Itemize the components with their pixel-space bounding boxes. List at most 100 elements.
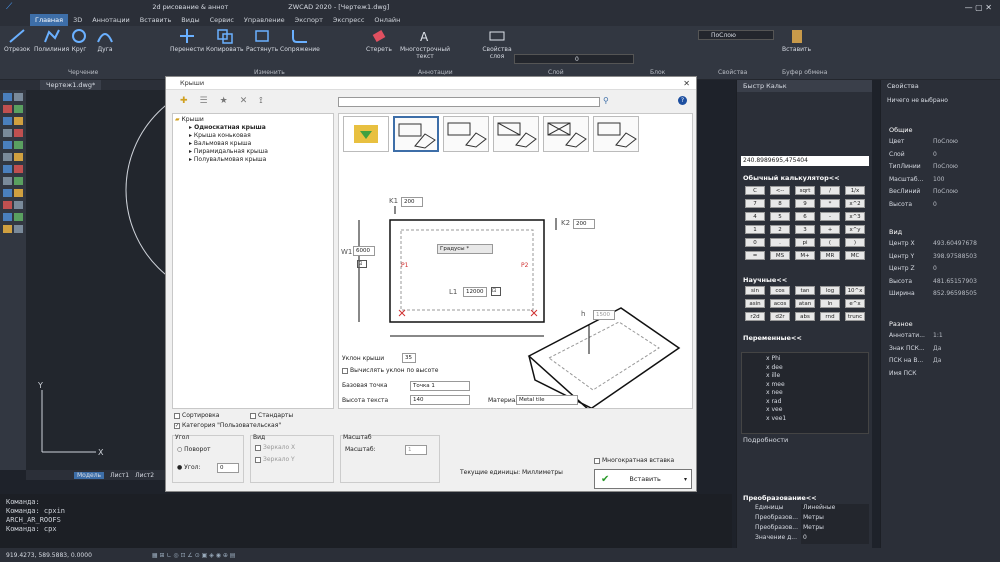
- sort-option[interactable]: Сортировка: [174, 412, 219, 419]
- pick-w1-icon[interactable]: ⊡: [357, 260, 367, 268]
- tab-insert[interactable]: Вставить: [135, 14, 176, 26]
- calc-key[interactable]: log: [820, 286, 840, 295]
- calc-key[interactable]: 4: [745, 212, 765, 221]
- search-input[interactable]: [338, 97, 600, 107]
- line-button[interactable]: Отрезок: [4, 28, 30, 53]
- calc-key[interactable]: MS: [770, 251, 790, 260]
- property-row[interactable]: ПСК на В... Да: [889, 357, 997, 366]
- calc-vars-title[interactable]: Переменные<<: [743, 334, 802, 342]
- property-row[interactable]: Аннотати... 1:1: [889, 332, 997, 341]
- tab-tools[interactable]: Сервис: [205, 14, 239, 26]
- search-icon[interactable]: ⚲: [603, 96, 609, 105]
- tree-item-half-hip[interactable]: ▸ Полувальмовая крыша: [175, 156, 331, 164]
- property-row[interactable]: Высота 481.65157903: [889, 278, 997, 287]
- tree-item-hip[interactable]: ▸ Вальмовая крыша: [175, 140, 331, 148]
- k2-field[interactable]: 200: [573, 219, 595, 229]
- standard-option[interactable]: Стандарты: [250, 412, 293, 419]
- delete-icon[interactable]: ✕: [240, 96, 248, 106]
- slope-field[interactable]: 35: [402, 353, 416, 363]
- angle-option[interactable]: ● Угол:: [177, 464, 201, 471]
- calc-key[interactable]: 5: [770, 212, 790, 221]
- circle-button[interactable]: Круг: [70, 28, 88, 53]
- calc-conv-title[interactable]: Преобразование<<: [743, 494, 817, 502]
- calc-key[interactable]: 3: [795, 225, 815, 234]
- erase-button[interactable]: Стереть: [366, 28, 392, 53]
- move-button[interactable]: Перенести: [170, 28, 204, 53]
- arc-button[interactable]: Дуга: [96, 28, 114, 53]
- tab-export[interactable]: Экспорт: [290, 14, 328, 26]
- w1-field[interactable]: 6000: [353, 246, 375, 256]
- tab-model[interactable]: Модель: [74, 471, 105, 479]
- calc-key[interactable]: 10^x: [845, 286, 865, 295]
- l1-field[interactable]: 12000: [463, 287, 487, 297]
- conversion-row[interactable]: Значение д... 0: [741, 534, 869, 544]
- angle-field[interactable]: 0: [217, 463, 239, 473]
- variable-item[interactable]: x ille: [766, 372, 868, 381]
- calc-key[interactable]: x^3: [845, 212, 865, 221]
- tab-home[interactable]: Главная: [30, 14, 69, 26]
- calc-key[interactable]: x^y: [845, 225, 865, 234]
- command-line[interactable]: Команда: Команда: cpxin ARCH_AR_ROOFS Ко…: [0, 494, 732, 548]
- calc-key[interactable]: 9: [795, 199, 815, 208]
- calc-key[interactable]: cos: [770, 286, 790, 295]
- variable-item[interactable]: x nee: [766, 389, 868, 398]
- workspace-selector[interactable]: 2d рисование & аннот: [152, 3, 228, 11]
- filter-icon[interactable]: ⟟: [259, 96, 262, 106]
- calc-sci-title[interactable]: Научные<<: [743, 276, 787, 284]
- height-field[interactable]: 1500: [593, 310, 615, 320]
- tool-icons[interactable]: [0, 90, 26, 238]
- window-controls[interactable]: — ▢ ✕: [965, 3, 992, 12]
- calc-key[interactable]: sin: [745, 286, 765, 295]
- calc-key[interactable]: 0: [745, 238, 765, 247]
- calc-key[interactable]: 6: [795, 212, 815, 221]
- standard-checkbox[interactable]: [250, 412, 256, 419]
- calc-key[interactable]: ln: [820, 299, 840, 308]
- conversion-row[interactable]: Преобразов... Метры: [741, 524, 869, 534]
- calc-key[interactable]: .: [770, 238, 790, 247]
- calc-key[interactable]: <--: [770, 186, 790, 195]
- calc-key[interactable]: rnd: [820, 312, 840, 321]
- calc-slope-checkbox[interactable]: [342, 367, 348, 374]
- doc-tab[interactable]: Чертеж1.dwg*: [40, 80, 102, 90]
- thumb-hip[interactable]: [493, 116, 539, 152]
- calc-key[interactable]: r2d: [745, 312, 765, 321]
- selection-dropdown[interactable]: Ничего не выбрано: [887, 96, 963, 106]
- tab-annotate[interactable]: Аннотации: [87, 14, 135, 26]
- conversion-row[interactable]: Преобразов... Метры: [741, 514, 869, 524]
- close-icon[interactable]: ✕: [683, 79, 690, 88]
- calc-key[interactable]: MR: [820, 251, 840, 260]
- calc-key[interactable]: 7: [745, 199, 765, 208]
- calc-key[interactable]: /: [820, 186, 840, 195]
- calc-key[interactable]: +: [820, 225, 840, 234]
- calc-key[interactable]: 8: [770, 199, 790, 208]
- calc-key[interactable]: =: [745, 251, 765, 260]
- calc-key[interactable]: d2r: [770, 312, 790, 321]
- property-row[interactable]: Масштаб... 100: [889, 176, 997, 185]
- layer-props-button[interactable]: Свойства слоя: [482, 28, 512, 60]
- base-point-dropdown[interactable]: Точка 1: [410, 381, 470, 391]
- property-row[interactable]: Цвет ПоСлою: [889, 138, 997, 147]
- variable-item[interactable]: x vee: [766, 406, 868, 415]
- scale-field[interactable]: 1: [405, 445, 427, 455]
- mirror-x-option[interactable]: Зеркало X: [255, 444, 295, 451]
- chevron-down-icon[interactable]: ▾: [684, 476, 687, 483]
- mtext-button[interactable]: A Многострочный текст: [400, 28, 450, 60]
- calc-key[interactable]: (: [820, 238, 840, 247]
- tab-manage[interactable]: Управление: [239, 14, 290, 26]
- tree-item-pyramid[interactable]: ▸ Пирамидальная крыша: [175, 148, 331, 156]
- insert-button[interactable]: ✔ Вставить ▾: [594, 469, 692, 489]
- property-row[interactable]: Центр X 493.60497678: [889, 240, 997, 249]
- variable-item[interactable]: x dee: [766, 364, 868, 373]
- tree-item-ridge[interactable]: ▸ Крыша коньковая: [175, 132, 331, 140]
- calc-key[interactable]: trunc: [845, 312, 865, 321]
- property-row[interactable]: ВесЛиний ПоСлою: [889, 188, 997, 197]
- mirror-x-checkbox[interactable]: [255, 444, 261, 451]
- tab-sheet1[interactable]: Лист1: [110, 472, 129, 479]
- tab-sheet2[interactable]: Лист2: [135, 472, 154, 479]
- calc-slope-option[interactable]: Вычислять уклон по высоте: [342, 367, 438, 374]
- calc-key[interactable]: pi: [795, 238, 815, 247]
- rotate-option[interactable]: ○ Поворот: [177, 446, 211, 453]
- tab-view[interactable]: Виды: [176, 14, 204, 26]
- list-icon[interactable]: ☰: [200, 96, 208, 106]
- fillet-button[interactable]: Сопряжение: [280, 28, 320, 53]
